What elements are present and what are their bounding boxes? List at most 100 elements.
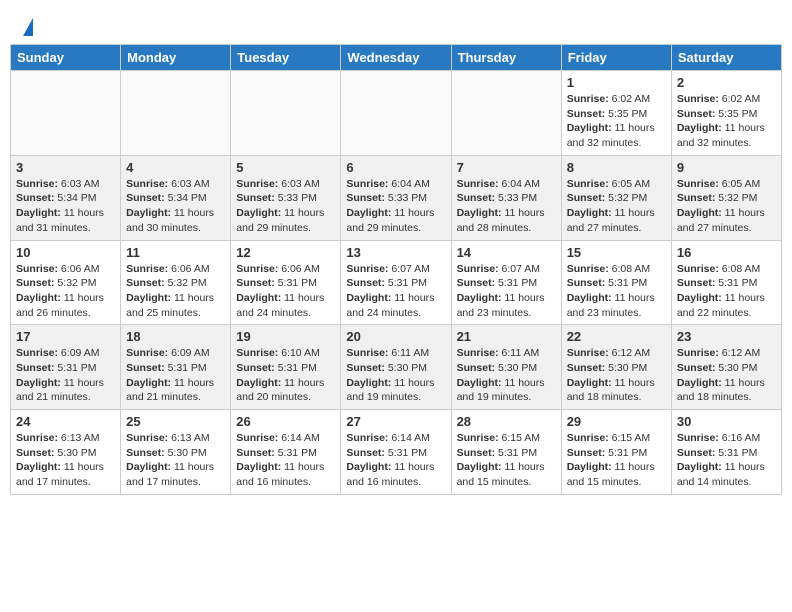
day-number: 18	[126, 329, 225, 344]
calendar-day-cell	[451, 71, 561, 156]
day-info: Sunrise: 6:03 AMSunset: 5:33 PMDaylight:…	[236, 177, 335, 236]
calendar-day-cell: 26Sunrise: 6:14 AMSunset: 5:31 PMDayligh…	[231, 410, 341, 495]
weekday-header: Sunday	[11, 45, 121, 71]
calendar-week-row: 3Sunrise: 6:03 AMSunset: 5:34 PMDaylight…	[11, 155, 782, 240]
calendar-day-cell: 20 Sunrise: 6:11 AMSunset: 5:30 PMDayligh…	[341, 325, 451, 410]
day-info: Sunrise: 6:11 AMSunset: 5:30 PMDaylight:…	[346, 346, 445, 405]
day-number: 30	[677, 414, 776, 429]
day-number: 29	[567, 414, 666, 429]
calendar-day-cell: 6 Sunrise: 6:04 AMSunset: 5:33 PMDaylight…	[341, 155, 451, 240]
calendar-day-cell: 10 Sunrise: 6:06 AMSunset: 5:32 PMDayligh…	[11, 240, 121, 325]
calendar-week-row: 1 Sunrise: 6:02 AMSunset: 5:35 PMDaylight…	[11, 71, 782, 156]
calendar-day-cell: 7 Sunrise: 6:04 AMSunset: 5:33 PMDaylight…	[451, 155, 561, 240]
day-number: 2	[677, 75, 776, 90]
day-info: Sunrise: 6:14 AMSunset: 5:31 PMDaylight:…	[236, 431, 335, 490]
day-number: 11	[126, 245, 225, 260]
calendar-day-cell: 29 Sunrise: 6:15 AMSunset: 5:31 PMDayligh…	[561, 410, 671, 495]
logo-triangle-icon	[23, 18, 33, 36]
day-number: 20	[346, 329, 445, 344]
calendar-day-cell: 13 Sunrise: 6:07 AMSunset: 5:31 PMDayligh…	[341, 240, 451, 325]
header	[10, 10, 782, 40]
day-info: Sunrise: 6:14 AMSunset: 5:31 PMDaylight:…	[346, 431, 445, 490]
day-info: Sunrise: 6:13 AMSunset: 5:30 PMDaylight:…	[16, 431, 115, 490]
day-info: Sunrise: 6:15 AMSunset: 5:31 PMDaylight:…	[457, 431, 556, 490]
day-number: 25	[126, 414, 225, 429]
day-number: 12	[236, 245, 335, 260]
day-info: Sunrise: 6:04 AMSunset: 5:33 PMDaylight:…	[457, 177, 556, 236]
day-number: 4	[126, 160, 225, 175]
day-info: Sunrise: 6:15 AMSunset: 5:31 PMDaylight:…	[567, 431, 666, 490]
calendar-day-cell: 8 Sunrise: 6:05 AMSunset: 5:32 PMDaylight…	[561, 155, 671, 240]
day-info: Sunrise: 6:16 AMSunset: 5:31 PMDaylight:…	[677, 431, 776, 490]
day-info: Sunrise: 6:02 AMSunset: 5:35 PMDaylight:…	[567, 92, 666, 151]
calendar-day-cell: 5 Sunrise: 6:03 AMSunset: 5:33 PMDaylight…	[231, 155, 341, 240]
day-number: 13	[346, 245, 445, 260]
weekday-header: Saturday	[671, 45, 781, 71]
calendar-day-cell: 14Sunrise: 6:07 AMSunset: 5:31 PMDayligh…	[451, 240, 561, 325]
weekday-header: Monday	[121, 45, 231, 71]
day-info: Sunrise: 6:06 AMSunset: 5:32 PMDaylight:…	[16, 262, 115, 321]
calendar-day-cell: 17Sunrise: 6:09 AMSunset: 5:31 PMDayligh…	[11, 325, 121, 410]
calendar-day-cell: 9 Sunrise: 6:05 AMSunset: 5:32 PMDaylight…	[671, 155, 781, 240]
calendar-table: SundayMondayTuesdayWednesdayThursdayFrid…	[10, 44, 782, 495]
day-info: Sunrise: 6:04 AMSunset: 5:33 PMDaylight:…	[346, 177, 445, 236]
day-number: 9	[677, 160, 776, 175]
weekday-header: Wednesday	[341, 45, 451, 71]
calendar-day-cell	[121, 71, 231, 156]
calendar-day-cell: 30 Sunrise: 6:16 AMSunset: 5:31 PMDayligh…	[671, 410, 781, 495]
calendar-day-cell: 24 Sunrise: 6:13 AMSunset: 5:30 PMDayligh…	[11, 410, 121, 495]
day-number: 5	[236, 160, 335, 175]
day-info: Sunrise: 6:12 AMSunset: 5:30 PMDaylight:…	[567, 346, 666, 405]
calendar-day-cell: 2 Sunrise: 6:02 AMSunset: 5:35 PMDaylight…	[671, 71, 781, 156]
header-row: SundayMondayTuesdayWednesdayThursdayFrid…	[11, 45, 782, 71]
calendar-week-row: 24 Sunrise: 6:13 AMSunset: 5:30 PMDayligh…	[11, 410, 782, 495]
day-info: Sunrise: 6:07 AMSunset: 5:31 PMDaylight:…	[346, 262, 445, 321]
calendar-day-cell: 3Sunrise: 6:03 AMSunset: 5:34 PMDaylight…	[11, 155, 121, 240]
calendar-week-row: 10 Sunrise: 6:06 AMSunset: 5:32 PMDayligh…	[11, 240, 782, 325]
day-number: 24	[16, 414, 115, 429]
day-number: 14	[457, 245, 556, 260]
day-info: Sunrise: 6:06 AMSunset: 5:31 PMDaylight:…	[236, 262, 335, 321]
page: SundayMondayTuesdayWednesdayThursdayFrid…	[0, 0, 792, 612]
logo	[20, 18, 33, 34]
calendar-day-cell: 25 Sunrise: 6:13 AMSunset: 5:30 PMDayligh…	[121, 410, 231, 495]
calendar-day-cell: 1 Sunrise: 6:02 AMSunset: 5:35 PMDaylight…	[561, 71, 671, 156]
calendar-day-cell	[341, 71, 451, 156]
calendar-day-cell: 12 Sunrise: 6:06 AMSunset: 5:31 PMDayligh…	[231, 240, 341, 325]
calendar-day-cell: 18 Sunrise: 6:09 AMSunset: 5:31 PMDayligh…	[121, 325, 231, 410]
calendar-day-cell: 22Sunrise: 6:12 AMSunset: 5:30 PMDayligh…	[561, 325, 671, 410]
day-info: Sunrise: 6:05 AMSunset: 5:32 PMDaylight:…	[567, 177, 666, 236]
calendar-day-cell	[11, 71, 121, 156]
day-info: Sunrise: 6:06 AMSunset: 5:32 PMDaylight:…	[126, 262, 225, 321]
calendar-day-cell	[231, 71, 341, 156]
day-number: 28	[457, 414, 556, 429]
calendar-day-cell: 16Sunrise: 6:08 AMSunset: 5:31 PMDayligh…	[671, 240, 781, 325]
calendar-day-cell: 19 Sunrise: 6:10 AMSunset: 5:31 PMDayligh…	[231, 325, 341, 410]
calendar-day-cell: 21Sunrise: 6:11 AMSunset: 5:30 PMDayligh…	[451, 325, 561, 410]
day-number: 3	[16, 160, 115, 175]
day-number: 6	[346, 160, 445, 175]
day-info: Sunrise: 6:13 AMSunset: 5:30 PMDaylight:…	[126, 431, 225, 490]
weekday-header: Tuesday	[231, 45, 341, 71]
day-number: 27	[346, 414, 445, 429]
day-number: 7	[457, 160, 556, 175]
calendar-week-row: 17Sunrise: 6:09 AMSunset: 5:31 PMDayligh…	[11, 325, 782, 410]
day-info: Sunrise: 6:05 AMSunset: 5:32 PMDaylight:…	[677, 177, 776, 236]
calendar-day-cell: 23Sunrise: 6:12 AMSunset: 5:30 PMDayligh…	[671, 325, 781, 410]
day-info: Sunrise: 6:08 AMSunset: 5:31 PMDaylight:…	[567, 262, 666, 321]
day-info: Sunrise: 6:08 AMSunset: 5:31 PMDaylight:…	[677, 262, 776, 321]
day-number: 15	[567, 245, 666, 260]
day-info: Sunrise: 6:09 AMSunset: 5:31 PMDaylight:…	[126, 346, 225, 405]
day-number: 8	[567, 160, 666, 175]
day-info: Sunrise: 6:09 AMSunset: 5:31 PMDaylight:…	[16, 346, 115, 405]
day-info: Sunrise: 6:02 AMSunset: 5:35 PMDaylight:…	[677, 92, 776, 151]
day-number: 19	[236, 329, 335, 344]
day-number: 1	[567, 75, 666, 90]
day-number: 10	[16, 245, 115, 260]
calendar-day-cell: 28 Sunrise: 6:15 AMSunset: 5:31 PMDayligh…	[451, 410, 561, 495]
day-number: 23	[677, 329, 776, 344]
day-info: Sunrise: 6:11 AMSunset: 5:30 PMDaylight:…	[457, 346, 556, 405]
calendar-day-cell: 27 Sunrise: 6:14 AMSunset: 5:31 PMDayligh…	[341, 410, 451, 495]
day-info: Sunrise: 6:10 AMSunset: 5:31 PMDaylight:…	[236, 346, 335, 405]
weekday-header: Friday	[561, 45, 671, 71]
